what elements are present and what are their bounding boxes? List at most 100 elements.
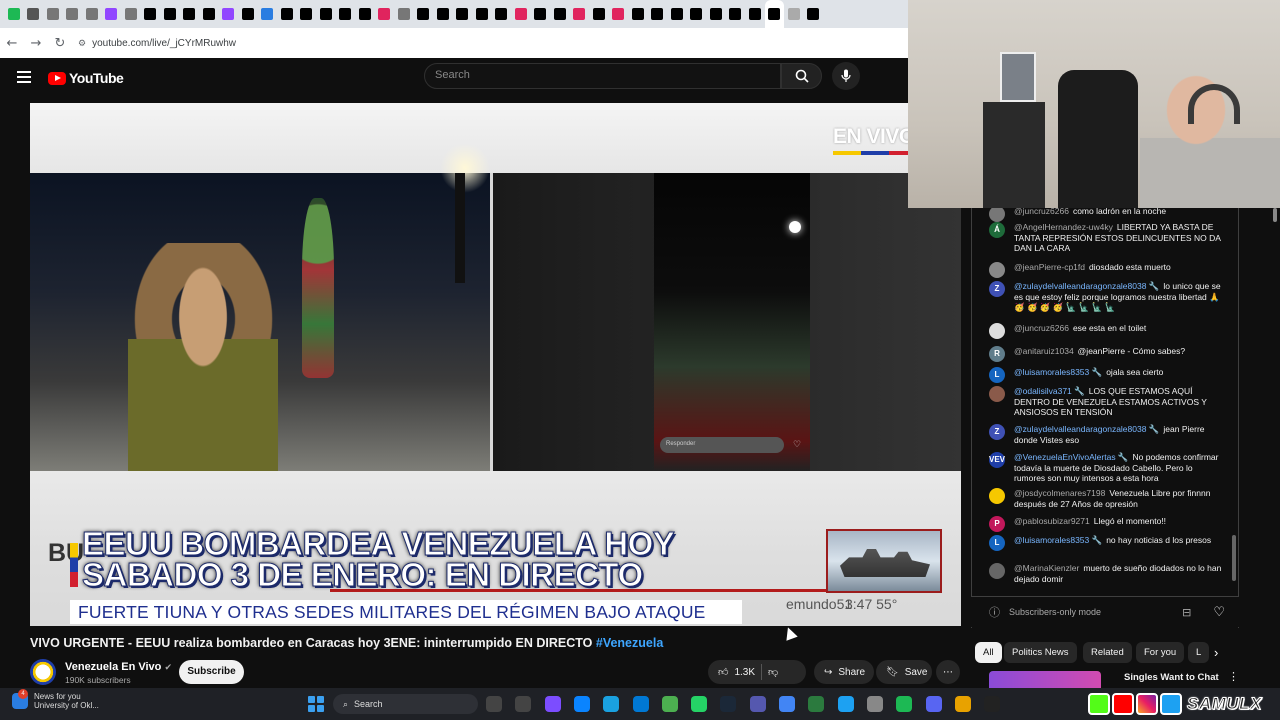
taskbar-app-icon[interactable] xyxy=(749,696,766,712)
browser-tab[interactable] xyxy=(375,0,395,28)
browser-tab[interactable] xyxy=(355,0,375,28)
browser-tab[interactable] xyxy=(687,0,707,28)
browser-tab[interactable] xyxy=(667,0,687,28)
windows-start-icon[interactable] xyxy=(308,696,324,712)
chip-related[interactable]: Related xyxy=(1083,642,1132,663)
browser-tab[interactable] xyxy=(336,0,356,28)
chat-message[interactable]: Á @AngelHernandez-uw4ky LIBERTAD YA BASTA … xyxy=(972,222,1227,254)
chat-message[interactable]: L @luisamorales8353 🔧 no hay noticias d lo… xyxy=(972,535,1227,551)
browser-tab[interactable] xyxy=(297,0,317,28)
browser-tab[interactable] xyxy=(472,0,492,28)
chat-author[interactable]: @zulaydelvalleandaragonzale8038 🔧 xyxy=(1014,424,1159,434)
browser-tab[interactable] xyxy=(706,0,726,28)
reload-icon[interactable]: ↻ xyxy=(48,36,72,51)
channel-name[interactable]: Venezuela En Vivo ✔ xyxy=(65,661,172,673)
chat-author[interactable]: @anitaruiz1034 xyxy=(1014,346,1074,356)
chat-message[interactable]: @odalisilva371 🔧 LOS QUE ESTAMOS AQUÍ DEN… xyxy=(972,386,1227,418)
save-button[interactable]: 🔖︎ Save xyxy=(876,660,932,684)
browser-tab[interactable] xyxy=(258,0,278,28)
browser-tab[interactable] xyxy=(63,0,83,28)
menu-icon[interactable] xyxy=(17,71,31,83)
browser-tab[interactable] xyxy=(648,0,668,28)
taskbar-app-icon[interactable] xyxy=(837,696,854,712)
chat-avatar[interactable]: L xyxy=(989,367,1005,383)
search-input[interactable]: Search xyxy=(424,63,781,89)
search-button[interactable] xyxy=(781,63,822,89)
youtube-logo[interactable]: YouTube xyxy=(48,70,124,86)
browser-tab[interactable] xyxy=(570,0,590,28)
taskbar-app-icon[interactable] xyxy=(954,696,971,712)
taskbar-app-icon[interactable] xyxy=(544,696,561,712)
chat-message[interactable]: @juncruz6266 como ladrón en la noche xyxy=(972,208,1227,222)
chat-author[interactable]: @MarinaKienzler xyxy=(1014,563,1079,573)
chat-author[interactable]: @jeanPierre-cp1fd xyxy=(1014,262,1085,272)
browser-tab[interactable] xyxy=(180,0,200,28)
chat-avatar[interactable]: L xyxy=(989,535,1005,551)
taskbar-app-icon[interactable] xyxy=(808,696,825,712)
browser-tab[interactable] xyxy=(726,0,746,28)
like-icon[interactable]: 👍︎ xyxy=(718,666,728,678)
browser-tab[interactable] xyxy=(550,0,570,28)
chat-message[interactable]: L @luisamorales8353 🔧 ojala sea cierto xyxy=(972,367,1227,383)
browser-tab[interactable] xyxy=(4,0,24,28)
chat-message[interactable]: R @anitaruiz1034 @jeanPierre - Cómo sabes? xyxy=(972,346,1227,362)
chat-message[interactable]: P @pablosubizar9271 Llegó el momento!! xyxy=(972,516,1227,532)
channel-avatar[interactable] xyxy=(30,659,56,685)
taskbar-app-icon[interactable] xyxy=(691,696,708,712)
browser-tab[interactable] xyxy=(745,0,765,28)
chat-avatar[interactable]: R xyxy=(989,346,1005,362)
chat-message[interactable]: Z @zulaydelvalleandaragonzale8038 🔧 jean P… xyxy=(972,424,1227,445)
browser-tab[interactable] xyxy=(453,0,473,28)
browser-tab[interactable] xyxy=(238,0,258,28)
browser-tab[interactable] xyxy=(589,0,609,28)
chat-avatar[interactable]: Á xyxy=(989,222,1005,238)
browser-tab[interactable] xyxy=(394,0,414,28)
chat-avatar[interactable] xyxy=(989,386,1005,402)
chat-message[interactable]: VEV @VenezuelaEnVivoAlertas 🔧 No podemos c… xyxy=(972,452,1227,484)
taskbar-app-icon[interactable] xyxy=(486,696,502,712)
chat-avatar[interactable] xyxy=(989,563,1005,579)
browser-tab[interactable] xyxy=(804,0,824,28)
chat-avatar[interactable]: Z xyxy=(989,424,1005,440)
chat-author[interactable]: @juncruz6266 xyxy=(1014,323,1069,333)
taskbar-app-icon[interactable] xyxy=(661,696,678,712)
page-scrollbar[interactable] xyxy=(1273,208,1277,222)
browser-tab[interactable] xyxy=(277,0,297,28)
forward-icon[interactable]: → xyxy=(24,36,48,51)
browser-tab[interactable] xyxy=(531,0,551,28)
chip-for-you[interactable]: For you xyxy=(1136,642,1185,663)
taskbar-app-icon[interactable] xyxy=(779,696,795,712)
subscribe-button[interactable]: Subscribe xyxy=(179,660,244,684)
super-chat-icon[interactable]: ⊟ xyxy=(1182,606,1191,619)
browser-tab[interactable] xyxy=(316,0,336,28)
browser-tab[interactable] xyxy=(219,0,239,28)
taskbar-app-icon[interactable] xyxy=(720,696,737,712)
chat-message[interactable]: @MarinaKienzler muerto de sueño diodados … xyxy=(972,563,1227,584)
chip-l[interactable]: L xyxy=(1188,642,1210,663)
chat-author[interactable]: @juncruz6266 xyxy=(1014,208,1069,216)
chat-message[interactable]: @josdycolmenares7198 Venezuela Libre por … xyxy=(972,488,1227,509)
chat-author[interactable]: @luisamorales8353 🔧 xyxy=(1014,367,1102,377)
taskbar-app-icon[interactable] xyxy=(866,696,883,712)
taskbar-app-icon[interactable] xyxy=(632,696,649,712)
chat-author[interactable]: @VenezuelaEnVivoAlertas 🔧 xyxy=(1014,452,1129,462)
chat-message[interactable]: Z @zulaydelvalleandaragonzale8038 🔧 lo uni… xyxy=(972,281,1227,313)
news-widget[interactable]: 4 News for you University of Okl... xyxy=(12,689,99,710)
chat-author[interactable]: @AngelHernandez-uw4ky xyxy=(1014,222,1113,232)
taskbar-app-icon[interactable] xyxy=(573,696,590,712)
chip-politics-news[interactable]: Politics News xyxy=(1004,642,1077,663)
browser-tab[interactable] xyxy=(628,0,648,28)
taskbar-app-icon[interactable] xyxy=(896,696,913,712)
chip-all[interactable]: All xyxy=(975,642,1002,663)
like-count[interactable]: 1.3K xyxy=(734,667,755,678)
dislike-icon[interactable]: 👎︎ xyxy=(768,666,778,678)
browser-tab[interactable] xyxy=(414,0,434,28)
browser-tab[interactable] xyxy=(199,0,219,28)
share-button[interactable]: ↪ Share xyxy=(814,660,874,684)
browser-tab[interactable] xyxy=(764,0,784,28)
live-chat[interactable]: @juncruz6266 como ladrón en la noche Á @Ang… xyxy=(971,208,1239,628)
browser-tab[interactable] xyxy=(43,0,63,28)
browser-tab[interactable] xyxy=(609,0,629,28)
taskbar-search[interactable]: ⌕ Search xyxy=(333,694,478,714)
chat-avatar[interactable]: VEV xyxy=(989,452,1005,468)
